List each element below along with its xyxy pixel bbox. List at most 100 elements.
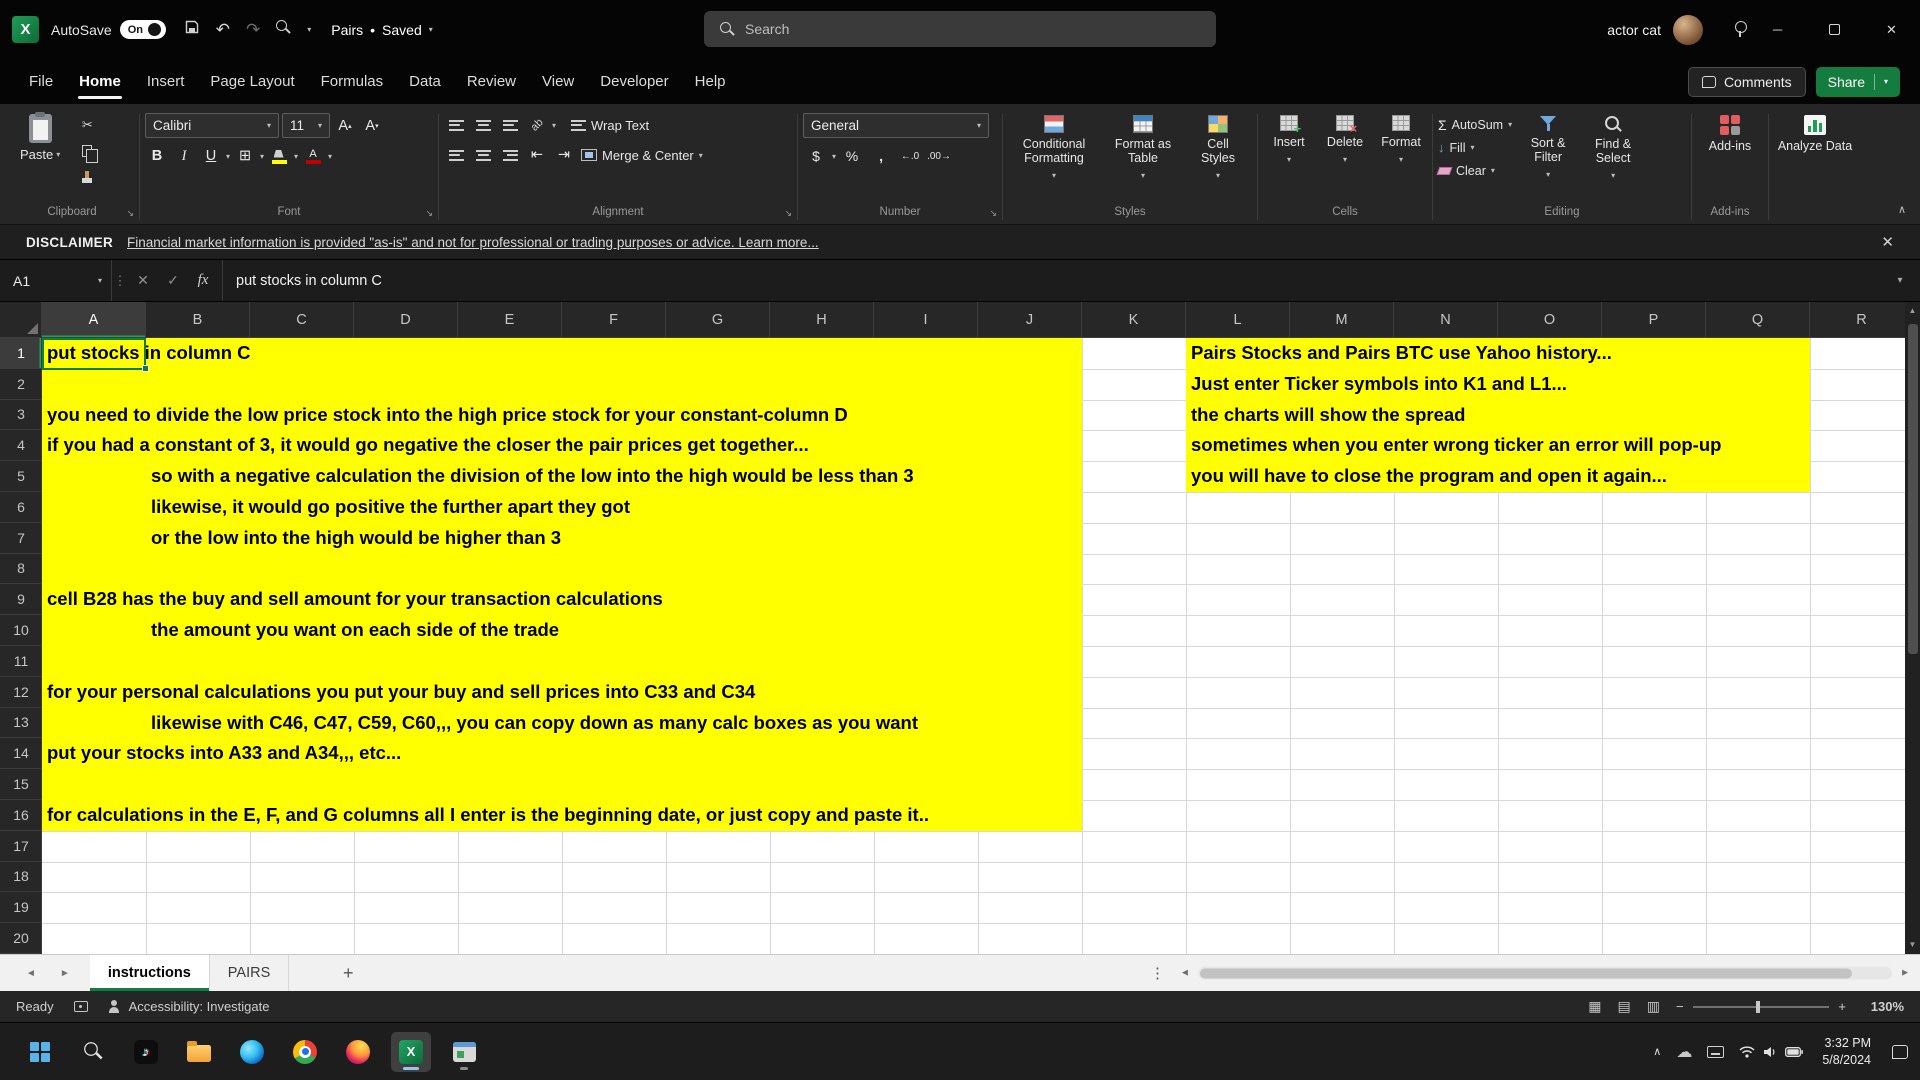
- clipboard-dialog-launcher[interactable]: ↘: [126, 205, 134, 221]
- alignment-dialog-launcher[interactable]: ↘: [784, 205, 792, 221]
- wrap-text-button[interactable]: Wrap Text: [571, 118, 649, 133]
- increase-indent-button[interactable]: ⇥: [552, 143, 576, 167]
- avatar[interactable]: [1673, 15, 1703, 45]
- page-layout-view-button[interactable]: ▤: [1618, 998, 1631, 1015]
- tab-help[interactable]: Help: [682, 59, 739, 104]
- row-header-4[interactable]: 4: [0, 430, 42, 461]
- sheet-options-kebab[interactable]: ⋮: [1150, 964, 1165, 982]
- undo-button[interactable]: ↶: [216, 21, 230, 38]
- clear-button[interactable]: Clear▾: [1438, 161, 1512, 180]
- cell-styles-button[interactable]: Cell Styles▾: [1186, 110, 1250, 183]
- normal-view-button[interactable]: ▦: [1588, 998, 1601, 1015]
- add-sheet-button[interactable]: +: [335, 960, 361, 986]
- next-sheet-button[interactable]: ►: [60, 968, 70, 979]
- name-box[interactable]: A1▾: [0, 260, 112, 301]
- row-header-1[interactable]: 1: [0, 338, 42, 369]
- insert-function-button[interactable]: fx: [188, 272, 218, 289]
- paste-button[interactable]: Paste▾: [10, 110, 70, 166]
- find-button[interactable]: [276, 20, 291, 40]
- percent-style-button[interactable]: %: [839, 144, 865, 168]
- cell-A3[interactable]: you need to divide the low price stock i…: [47, 400, 848, 431]
- addins-button[interactable]: Add-ins: [1706, 110, 1754, 153]
- column-header-J[interactable]: J: [978, 302, 1082, 338]
- accounting-format-button[interactable]: $: [803, 144, 829, 168]
- expand-formula-bar-button[interactable]: ▾: [1880, 275, 1920, 286]
- column-header-Q[interactable]: Q: [1706, 302, 1810, 338]
- tab-formulas[interactable]: Formulas: [308, 59, 397, 104]
- borders-button[interactable]: ⊞: [233, 144, 257, 168]
- cell-L4[interactable]: sometimes when you enter wrong ticker an…: [1191, 430, 1721, 461]
- column-header-L[interactable]: L: [1186, 302, 1290, 338]
- disclaimer-link[interactable]: Financial market information is provided…: [127, 235, 819, 250]
- row-header-3[interactable]: 3: [0, 400, 42, 431]
- prev-sheet-button[interactable]: ◄: [26, 968, 36, 979]
- cell-B10[interactable]: the amount you want on each side of the …: [151, 615, 559, 646]
- sort-filter-button[interactable]: Sort & Filter▾: [1516, 110, 1580, 182]
- selected-cell-outline[interactable]: [42, 338, 146, 370]
- tray-overflow-button[interactable]: ∧: [1653, 1045, 1661, 1058]
- number-format-select[interactable]: General▾: [803, 113, 989, 138]
- taskbar-tiktok-button[interactable]: ♪: [126, 1032, 166, 1072]
- share-button[interactable]: Share ▾: [1816, 67, 1900, 97]
- zoom-slider[interactable]: − +: [1676, 999, 1846, 1014]
- h-scroll-track[interactable]: [1198, 967, 1892, 980]
- conditional-formatting-button[interactable]: Conditional Formatting▾: [1008, 110, 1100, 183]
- tab-insert[interactable]: Insert: [134, 59, 198, 104]
- column-header-K[interactable]: K: [1082, 302, 1186, 338]
- row-header-11[interactable]: 11: [0, 646, 42, 677]
- column-header-G[interactable]: G: [666, 302, 770, 338]
- analyze-data-button[interactable]: Analyze Data: [1775, 110, 1855, 153]
- tab-review[interactable]: Review: [454, 59, 529, 104]
- format-painter-button[interactable]: [74, 166, 100, 188]
- orientation-button[interactable]: ab: [525, 113, 549, 137]
- bold-button[interactable]: B: [145, 144, 169, 168]
- font-dialog-launcher[interactable]: ↘: [425, 205, 433, 221]
- underline-button[interactable]: U: [199, 144, 223, 168]
- cancel-entry-button[interactable]: ✕: [128, 272, 158, 289]
- cell-A14[interactable]: put your stocks into A33 and A34,,, etc.…: [47, 738, 401, 769]
- increase-font-button[interactable]: A▴: [333, 114, 357, 138]
- taskbar-explorer-button[interactable]: [179, 1032, 219, 1072]
- cell-B5[interactable]: so with a negative calculation the divis…: [151, 461, 914, 492]
- cell-B13[interactable]: likewise with C46, C47, C59, C60,,, you …: [151, 708, 918, 739]
- cell-L3[interactable]: the charts will show the spread: [1191, 400, 1465, 431]
- row-header-7[interactable]: 7: [0, 523, 42, 554]
- row-header-17[interactable]: 17: [0, 831, 42, 862]
- fill-color-button[interactable]: [267, 144, 291, 168]
- zoom-track[interactable]: [1693, 1006, 1830, 1008]
- onedrive-icon[interactable]: ☁: [1676, 1042, 1692, 1062]
- fill-handle[interactable]: [142, 365, 149, 372]
- cell-A16[interactable]: for calculations in the E, F, and G colu…: [47, 800, 929, 831]
- autosave-switch[interactable]: On: [120, 20, 166, 39]
- close-icon[interactable]: ✕: [1881, 233, 1894, 251]
- row-header-5[interactable]: 5: [0, 461, 42, 492]
- cell-L1[interactable]: Pairs Stocks and Pairs BTC use Yahoo his…: [1191, 338, 1612, 369]
- copy-button[interactable]: [74, 140, 100, 162]
- excel-logo-icon[interactable]: X: [12, 16, 39, 43]
- customize-toolbar-button[interactable]: ▾: [307, 25, 311, 34]
- sheet-tab-instructions[interactable]: instructions: [90, 955, 210, 991]
- scroll-down-icon[interactable]: ▼: [1905, 936, 1920, 954]
- row-header-12[interactable]: 12: [0, 677, 42, 708]
- cell-A9[interactable]: cell B28 has the buy and sell amount for…: [47, 584, 663, 615]
- align-center-button[interactable]: [471, 143, 495, 167]
- taskbar-app-button[interactable]: [444, 1032, 484, 1072]
- column-header-C[interactable]: C: [250, 302, 354, 338]
- column-header-O[interactable]: O: [1498, 302, 1602, 338]
- column-header-M[interactable]: M: [1290, 302, 1394, 338]
- confirm-entry-button[interactable]: ✓: [158, 272, 188, 289]
- row-header-13[interactable]: 13: [0, 708, 42, 739]
- scroll-right-icon[interactable]: ►: [1900, 968, 1910, 979]
- row-header-6[interactable]: 6: [0, 492, 42, 523]
- align-bottom-button[interactable]: [498, 113, 522, 137]
- column-header-I[interactable]: I: [874, 302, 978, 338]
- zoom-out-button[interactable]: −: [1676, 999, 1684, 1014]
- minimize-button[interactable]: ─: [1749, 0, 1806, 59]
- sheet-tab-pairs[interactable]: PAIRS: [210, 955, 289, 991]
- cut-button[interactable]: ✂: [74, 114, 100, 136]
- column-header-H[interactable]: H: [770, 302, 874, 338]
- taskbar-excel-button[interactable]: X: [391, 1032, 431, 1072]
- taskbar-chrome-button[interactable]: [285, 1032, 325, 1072]
- tab-page-layout[interactable]: Page Layout: [197, 59, 307, 104]
- fill-button[interactable]: ↓Fill▾: [1438, 138, 1512, 157]
